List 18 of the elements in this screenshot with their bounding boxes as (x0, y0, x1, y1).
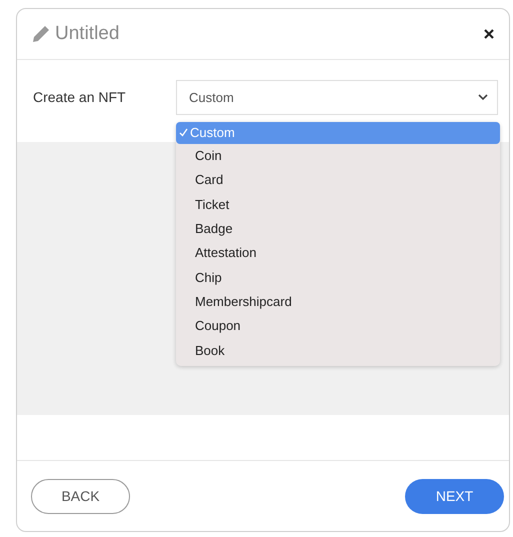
dropdown-option[interactable]: Badge (176, 216, 500, 241)
dropdown-option[interactable]: Attestation (176, 240, 500, 265)
dropdown-option[interactable]: Card (176, 168, 500, 192)
field-label: Create an NFT (33, 89, 127, 105)
close-icon[interactable] (483, 28, 495, 40)
next-button[interactable]: NEXT (405, 478, 504, 514)
dropdown-option[interactable]: Book (176, 338, 500, 362)
dropdown-option[interactable]: Coupon (176, 314, 500, 338)
dropdown-option[interactable]: Ticket (176, 192, 500, 216)
chevron-down-icon (478, 94, 488, 100)
dropdown-option[interactable]: Membershipcard (176, 289, 500, 314)
back-button[interactable]: BACK (31, 478, 130, 514)
dropdown-option[interactable]: Chip (176, 264, 500, 290)
type-select[interactable]: Custom (176, 80, 498, 114)
dropdown-option[interactable]: Coin (176, 144, 500, 168)
checkmark-icon (179, 128, 188, 137)
window-title: Untitled (55, 23, 120, 45)
pencil-icon (31, 24, 51, 44)
